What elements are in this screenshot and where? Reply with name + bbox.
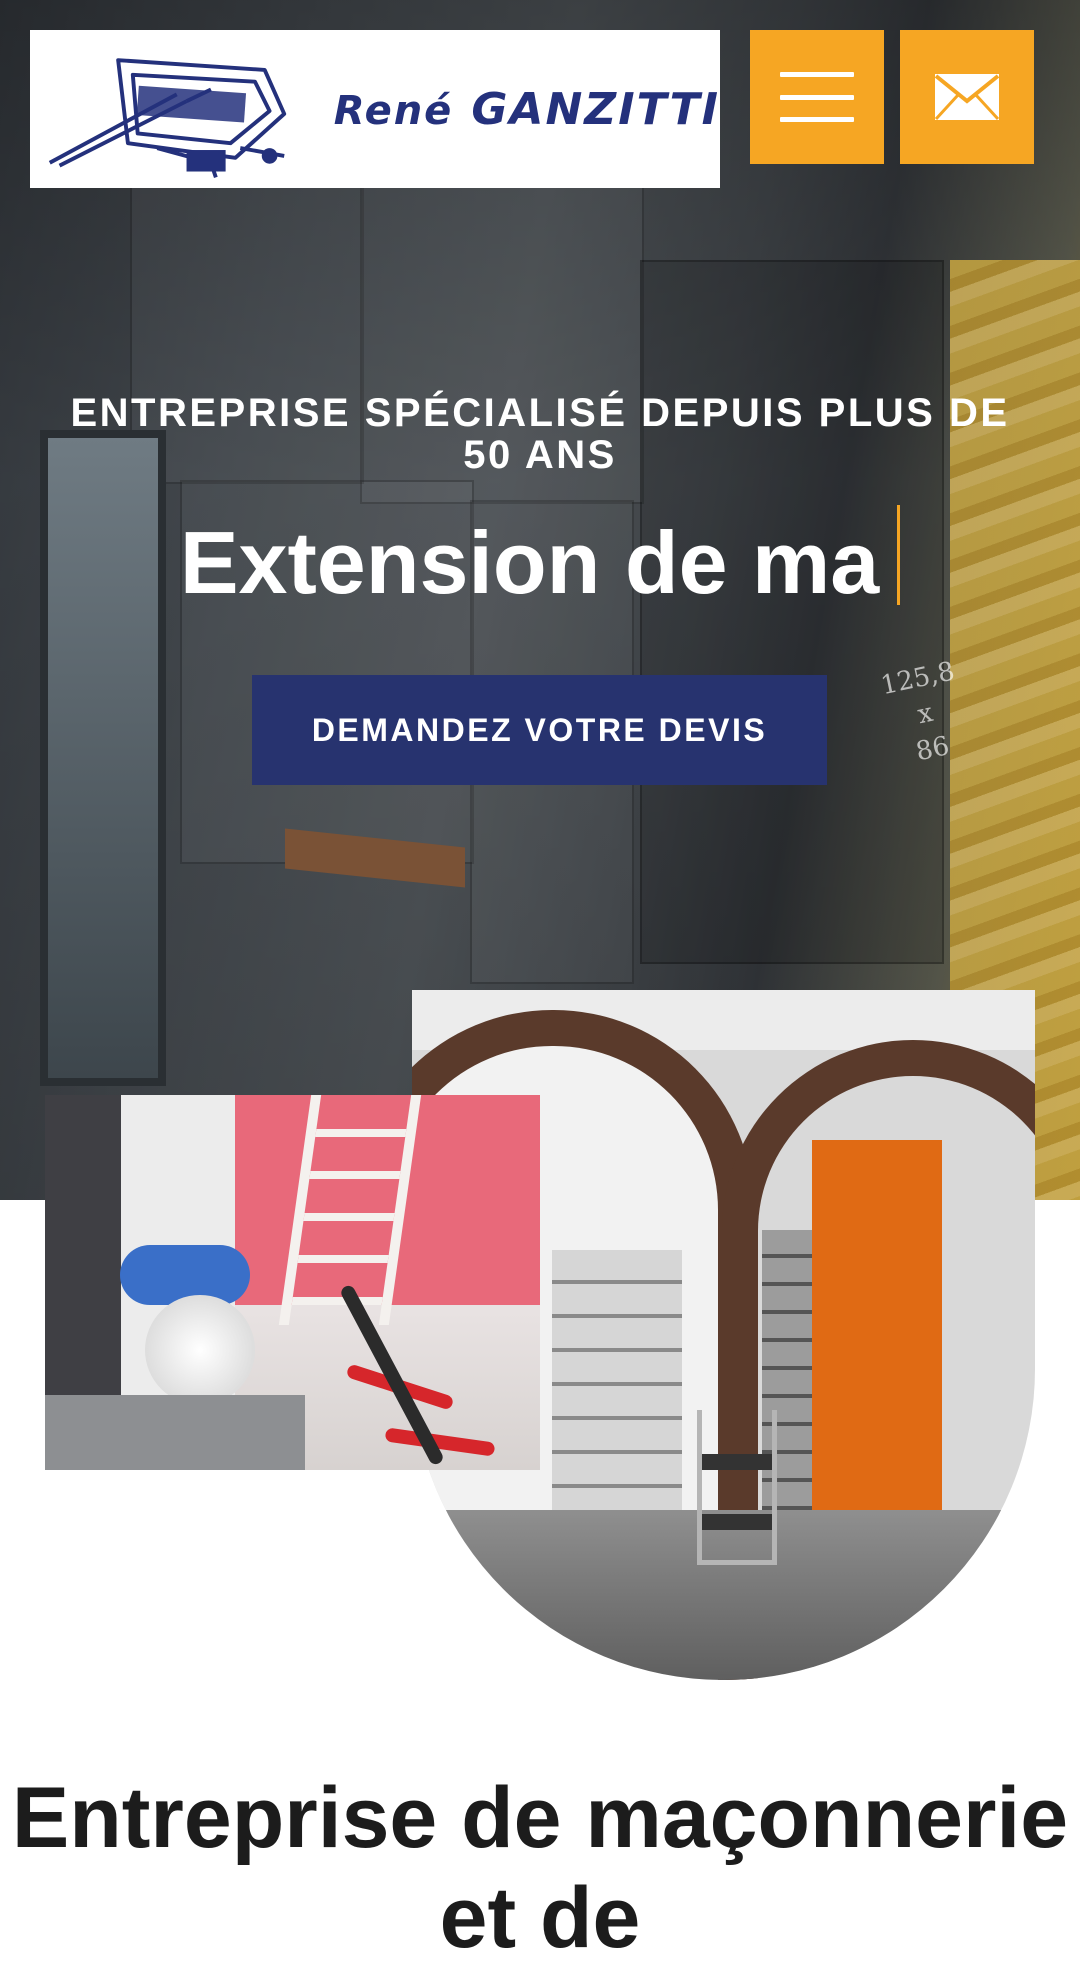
request-quote-button[interactable]: DEMANDEZ VOTRE DEVIS: [252, 675, 827, 785]
logo-wordmark: René GANZITTI: [334, 84, 720, 135]
site-logo[interactable]: René GANZITTI: [30, 30, 720, 188]
painter-photo: [45, 1095, 540, 1470]
hero-headline-text: Extension de ma: [179, 513, 880, 612]
hero-headline: Extension de ma: [0, 505, 1080, 618]
envelope-icon: [934, 74, 1000, 121]
hero-tagline: ENTREPRISE SPÉCIALISÉ DEPUIS PLUS DE 50 …: [70, 391, 1010, 477]
section-title: Entreprise de maçonnerie et de: [11, 1770, 1069, 1966]
typing-cursor: [897, 505, 901, 605]
menu-button[interactable]: [750, 30, 884, 164]
contact-mail-button[interactable]: [900, 30, 1034, 164]
hamburger-icon: [780, 72, 854, 122]
logo-first-name: René: [333, 87, 454, 134]
logo-last-name: GANZITTI: [471, 83, 720, 135]
paint-tray-logo-icon: [48, 58, 287, 179]
